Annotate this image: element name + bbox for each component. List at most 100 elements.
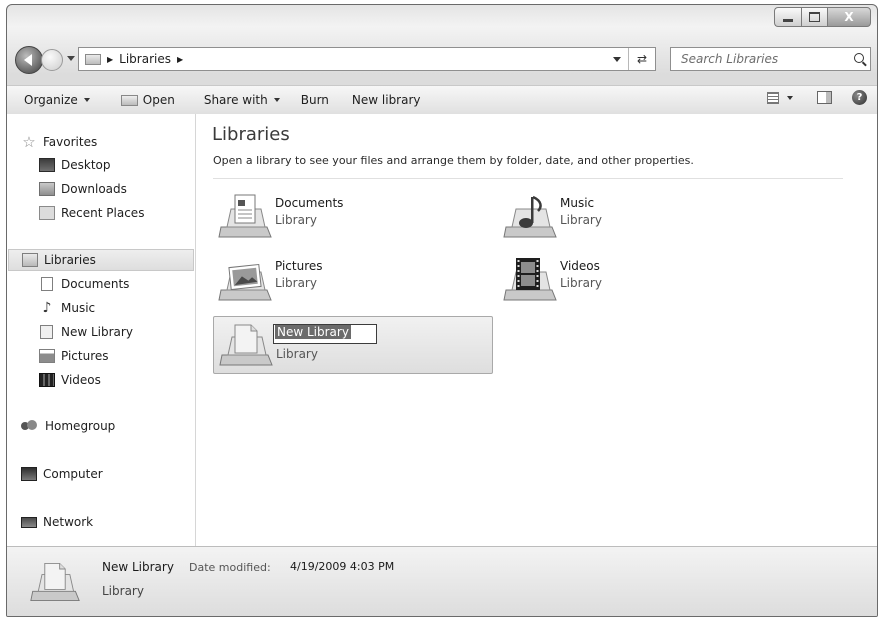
explorer-window: X ▶ Libraries ▶ ⇄ Organize Open Share wi… bbox=[6, 4, 878, 617]
breadcrumb-libraries[interactable]: Libraries bbox=[119, 52, 171, 66]
network-icon bbox=[21, 516, 37, 528]
libraries-icon bbox=[22, 253, 38, 267]
tile-name: Pictures bbox=[275, 259, 323, 273]
page-description: Open a library to see your files and arr… bbox=[213, 154, 694, 167]
search-box[interactable] bbox=[670, 47, 871, 71]
nav-item-desktop[interactable]: Desktop bbox=[39, 154, 111, 176]
library-tile-videos[interactable]: Videos Library bbox=[498, 252, 778, 310]
nav-item-label: Desktop bbox=[61, 158, 111, 172]
back-button[interactable] bbox=[15, 46, 43, 74]
nav-item-music[interactable]: ♪ Music bbox=[39, 297, 96, 319]
nav-homegroup-label: Homegroup bbox=[45, 419, 116, 433]
tile-type: Library bbox=[276, 347, 318, 361]
documents-icon bbox=[41, 277, 53, 291]
nav-libraries-label: Libraries bbox=[44, 253, 96, 267]
tile-name: Videos bbox=[560, 259, 600, 273]
library-tile-pictures[interactable]: Pictures Library bbox=[213, 252, 493, 310]
details-pane: New Library Date modified: 4/19/2009 4:0… bbox=[7, 546, 877, 616]
views-icon bbox=[767, 91, 779, 104]
tile-type: Library bbox=[560, 276, 602, 290]
share-with-button[interactable]: Share with bbox=[184, 86, 289, 114]
tile-name: Music bbox=[560, 196, 595, 210]
music-icon: ♪ bbox=[42, 300, 52, 316]
nav-item-label: Documents bbox=[61, 277, 130, 291]
search-icon[interactable] bbox=[854, 53, 864, 63]
burn-button[interactable]: Burn bbox=[289, 86, 338, 114]
search-input[interactable] bbox=[679, 51, 853, 67]
address-bar[interactable]: ▶ Libraries ▶ ⇄ bbox=[78, 47, 656, 71]
videos-library-icon bbox=[503, 258, 557, 301]
new-library-icon bbox=[30, 562, 80, 602]
open-folder-icon bbox=[120, 94, 138, 106]
change-view-button[interactable] bbox=[767, 91, 793, 104]
nav-computer[interactable]: Computer bbox=[21, 463, 103, 485]
chevron-down-icon bbox=[273, 98, 280, 102]
downloads-icon bbox=[39, 182, 55, 196]
tile-type: Library bbox=[560, 213, 602, 227]
navigation-row: ▶ Libraries ▶ ⇄ bbox=[15, 46, 871, 74]
library-tile-music[interactable]: Music Library bbox=[498, 189, 778, 247]
library-icon bbox=[40, 325, 53, 339]
library-tile-new-library[interactable]: New Library Library bbox=[213, 316, 493, 374]
nav-item-recent-places[interactable]: Recent Places bbox=[39, 202, 144, 224]
details-type: Library bbox=[102, 584, 144, 598]
library-tile-documents[interactable]: Documents Library bbox=[213, 189, 493, 247]
nav-item-label: Videos bbox=[61, 373, 101, 387]
close-icon: X bbox=[844, 10, 854, 24]
pictures-icon bbox=[39, 349, 55, 363]
rename-selected-text: New Library bbox=[275, 325, 351, 339]
recent-pages-dropdown[interactable] bbox=[67, 56, 75, 61]
refresh-button[interactable]: ⇄ bbox=[628, 48, 655, 70]
rename-input[interactable]: New Library bbox=[273, 324, 377, 344]
nav-item-label: Downloads bbox=[61, 182, 127, 196]
computer-icon bbox=[21, 467, 37, 481]
nav-favorites[interactable]: ☆ Favorites bbox=[21, 131, 97, 153]
minimize-icon bbox=[783, 18, 793, 22]
breadcrumb-chevron-icon[interactable]: ▶ bbox=[107, 55, 113, 64]
close-button[interactable]: X bbox=[827, 7, 871, 27]
nav-item-label: Pictures bbox=[61, 349, 109, 363]
documents-library-icon bbox=[218, 194, 272, 238]
address-dropdown-icon[interactable] bbox=[613, 57, 621, 62]
nav-favorites-label: Favorites bbox=[43, 135, 98, 149]
share-with-label: Share with bbox=[203, 93, 268, 107]
desktop-icon bbox=[39, 158, 55, 172]
nav-network-label: Network bbox=[43, 515, 94, 529]
back-arrow-icon bbox=[24, 54, 32, 66]
nav-item-videos[interactable]: Videos bbox=[39, 369, 101, 391]
organize-button[interactable]: Organize bbox=[7, 86, 99, 114]
nav-item-pictures[interactable]: Pictures bbox=[39, 345, 109, 367]
refresh-icon: ⇄ bbox=[636, 52, 648, 66]
toolbar-right-group: ? bbox=[767, 90, 867, 105]
music-library-icon bbox=[503, 195, 557, 238]
maximize-button[interactable] bbox=[801, 7, 827, 27]
videos-icon bbox=[39, 373, 55, 387]
nav-homegroup[interactable]: Homegroup bbox=[21, 415, 115, 437]
breadcrumb-chevron-icon[interactable]: ▶ bbox=[177, 55, 183, 64]
new-library-icon bbox=[219, 324, 273, 366]
pictures-library-icon bbox=[218, 263, 272, 301]
minimize-button[interactable] bbox=[774, 7, 801, 27]
nav-item-documents[interactable]: Documents bbox=[39, 273, 129, 295]
preview-pane-icon[interactable] bbox=[817, 91, 832, 104]
star-icon: ☆ bbox=[22, 133, 36, 151]
open-button[interactable]: Open bbox=[99, 86, 184, 114]
new-library-button[interactable]: New library bbox=[338, 86, 430, 114]
nav-network[interactable]: Network bbox=[21, 511, 93, 533]
details-modified-label: Date modified: bbox=[189, 561, 271, 574]
navigation-pane: ☆ Favorites Desktop Downloads Recent Pla… bbox=[7, 114, 196, 546]
new-library-label: New library bbox=[351, 93, 421, 107]
nav-item-new-library[interactable]: New Library bbox=[39, 321, 133, 343]
chevron-down-icon bbox=[787, 95, 793, 100]
nav-libraries[interactable]: Libraries bbox=[8, 249, 194, 271]
nav-item-label: Music bbox=[61, 301, 96, 315]
command-bar: Organize Open Share with Burn New librar… bbox=[7, 85, 877, 115]
nav-item-label: Recent Places bbox=[61, 206, 145, 220]
open-label: Open bbox=[142, 93, 175, 107]
nav-item-downloads[interactable]: Downloads bbox=[39, 178, 127, 200]
chevron-down-icon bbox=[83, 98, 90, 102]
window-caption-buttons: X bbox=[774, 7, 871, 27]
help-icon[interactable]: ? bbox=[852, 90, 867, 105]
forward-button[interactable] bbox=[41, 49, 63, 71]
recent-places-icon bbox=[39, 206, 55, 220]
